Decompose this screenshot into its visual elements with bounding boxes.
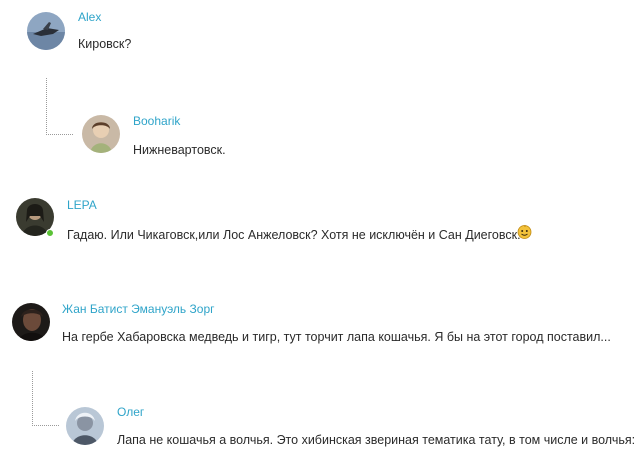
comment-author-zorg[interactable]: Жан Батист Эмануэль Зорг <box>62 302 215 316</box>
comment-author-oleg[interactable]: Олег <box>117 405 144 419</box>
smiley-icon <box>517 224 532 239</box>
online-status-indicator <box>46 229 54 237</box>
avatar-booharik[interactable] <box>82 115 120 153</box>
avatar-oleg[interactable] <box>66 407 104 445</box>
reply-thread-line <box>46 78 73 135</box>
reply-thread-line <box>32 371 59 426</box>
comment-author-lepa[interactable]: LEPA <box>67 198 97 212</box>
comment-author-alex[interactable]: Alex <box>78 10 101 24</box>
comment-text-booharik: Нижневартовск. <box>133 143 226 157</box>
comment-author-booharik[interactable]: Booharik <box>133 114 180 128</box>
avatar-alex[interactable] <box>27 12 65 50</box>
comment-text-oleg: Лапа не кошачья а волчья. Это хибинская … <box>117 433 636 447</box>
avatar-zorg[interactable] <box>12 303 50 341</box>
comment-text-alex: Кировск? <box>78 37 132 51</box>
comment-text-lepa: Гадаю. Или Чикаговск,или Лос Анжеловск? … <box>67 228 521 242</box>
comment-text-zorg: На гербе Хабаровска медведь и тигр, тут … <box>62 330 611 344</box>
